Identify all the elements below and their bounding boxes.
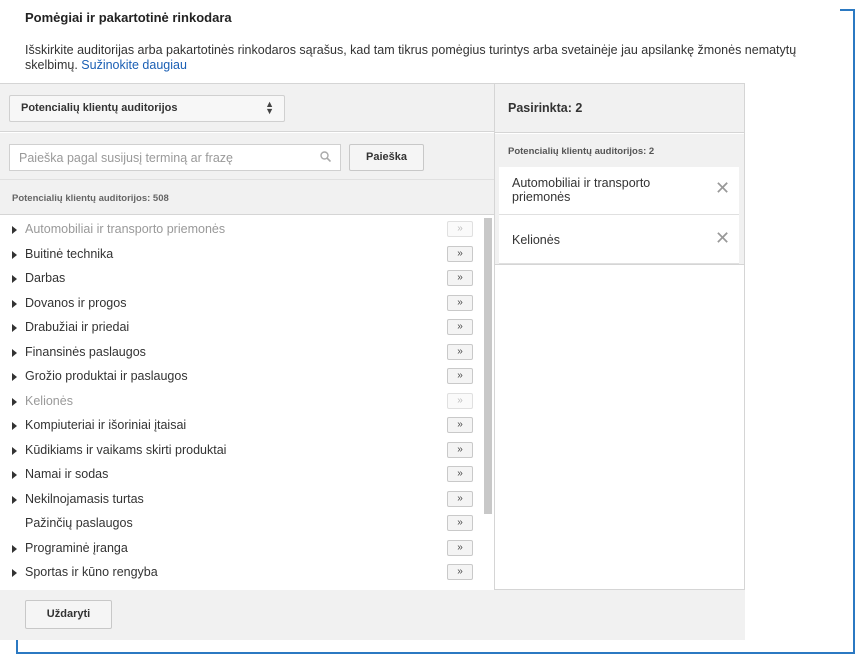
add-audience-button[interactable]: » [447, 466, 473, 482]
search-button[interactable]: Paieška [349, 144, 424, 171]
search-bar: Paieška [0, 133, 494, 180]
audience-item-label: Automobiliai ir transporto priemonės [25, 222, 226, 236]
expand-arrow-icon[interactable] [12, 250, 17, 259]
audience-type-value: Potencialių klientų auditorijos [21, 102, 178, 114]
add-audience-button[interactable]: » [447, 368, 473, 384]
expand-arrow-icon[interactable] [12, 275, 17, 283]
expand-arrow-icon[interactable] [12, 299, 17, 308]
search-icon[interactable] [320, 151, 331, 162]
audience-list-item[interactable]: Programinė įranga » [0, 537, 480, 561]
audience-list-item[interactable]: Sportas ir kūno rengyba » [0, 561, 480, 585]
expand-arrow-icon[interactable] [12, 397, 17, 406]
add-audience-button[interactable]: » [447, 270, 473, 286]
selected-pane: Pasirinkta: 2 Potencialių klientų audito… [494, 83, 745, 590]
expand-arrow-icon[interactable] [12, 373, 17, 381]
add-audience-button[interactable]: » [447, 319, 473, 335]
add-audience-button[interactable]: » [447, 294, 473, 311]
selected-count-title: Pasirinkta: 2 [508, 101, 583, 115]
dialog-title: Pomėgiai ir pakartotinė rinkodara [25, 10, 232, 25]
expand-arrow-icon[interactable] [12, 446, 17, 455]
expand-arrow-icon[interactable] [12, 495, 17, 504]
audience-item-label: Dovanos ir progos [25, 295, 127, 310]
selected-audience-item: Automobiliai ir transporto priemonės ✕ [499, 167, 739, 215]
expand-arrow-icon[interactable] [12, 422, 17, 430]
audience-list-item[interactable]: Darbas » [0, 267, 480, 291]
audience-list-item[interactable]: Namai ir sodas » [0, 463, 480, 487]
audience-type-select[interactable]: Potencialių klientų auditorijos ▲ ▼ [9, 95, 285, 122]
frame-left-line [16, 638, 18, 654]
expand-arrow-icon[interactable] [12, 226, 17, 234]
remove-icon[interactable]: ✕ [715, 228, 730, 249]
audience-list-item[interactable]: Kūdikiams ir vaikams skirti produktai » [0, 439, 480, 463]
audience-item-label: Finansinės paslaugos [25, 344, 146, 359]
audience-item-label: Nekilnojamasis turtas [25, 491, 144, 506]
add-audience-button[interactable]: » [447, 245, 473, 262]
expand-arrow-icon[interactable] [12, 569, 17, 577]
selected-audience-item: Kelionės ✕ [499, 215, 739, 264]
select-arrows-icon: ▲ ▼ [265, 99, 274, 116]
selected-group: Potencialių klientų auditorijos: 2 Autom… [495, 134, 744, 265]
dialog-right-margin [745, 83, 840, 640]
audience-list-item[interactable]: Kelionės » [0, 390, 480, 414]
frame-bottom-line [16, 652, 855, 654]
selected-group-header: Potencialių klientų auditorijos: 2 [508, 146, 655, 157]
audience-list-item[interactable]: Kompiuteriai ir išoriniai įtaisai » [0, 414, 480, 438]
add-audience-button: » [447, 392, 473, 409]
expand-arrow-icon[interactable] [12, 544, 17, 553]
list-scrollbar-thumb[interactable] [484, 218, 492, 514]
audience-item-label: Buitinė technika [25, 246, 114, 261]
audience-item-label: Namai ir sodas [25, 467, 109, 481]
add-audience-button[interactable]: » [447, 539, 473, 556]
add-audience-button[interactable]: » [447, 490, 473, 507]
audience-item-label: Grožio produktai ir paslaugos [25, 369, 188, 383]
audience-type-bar: Potencialių klientų auditorijos ▲ ▼ [0, 84, 494, 132]
audience-item-label: Sportas ir kūno rengyba [25, 565, 158, 579]
audience-item-label: Pažinčių paslaugos [25, 516, 133, 530]
selected-audience-label: Automobiliai ir transporto priemonės [512, 176, 651, 204]
audience-count-label: Potencialių klientų auditorijos: 508 [12, 193, 169, 204]
audience-item-label: Programinė įranga [25, 540, 128, 555]
add-audience-button[interactable]: » [447, 515, 473, 531]
selected-audience-label: Kelionės [512, 233, 560, 247]
audience-item-label: Kompiuteriai ir išoriniai įtaisai [25, 418, 187, 432]
audience-list-item[interactable]: Dovanos ir progos » [0, 292, 480, 316]
dialog-footer: Uždaryti [0, 590, 745, 640]
add-audience-button[interactable]: » [447, 343, 473, 360]
audience-list-item[interactable]: Nekilnojamasis turtas » [0, 488, 480, 512]
add-audience-button[interactable]: » [447, 417, 473, 433]
audience-list: Automobiliai ir transporto priemonės» Bui… [0, 216, 494, 590]
add-audience-button[interactable]: » [447, 564, 473, 580]
add-audience-button: » [447, 221, 473, 237]
audience-list-item[interactable]: Drabužiai ir priedai » [0, 316, 480, 340]
close-button[interactable]: Uždaryti [25, 600, 112, 629]
frame-right-line [853, 9, 855, 654]
search-input[interactable] [10, 145, 310, 170]
remove-icon[interactable]: ✕ [715, 178, 730, 199]
dialog-description: Išskirkite auditorijas arba pakartotinės… [25, 43, 815, 73]
audience-list-item[interactable]: Buitinė technika » [0, 243, 480, 267]
audience-item-label: Drabužiai ir priedai [25, 320, 130, 334]
audience-item-label: Kūdikiams ir vaikams skirti produktai [25, 442, 227, 457]
audience-list-item[interactable]: Automobiliai ir transporto priemonės » [0, 218, 480, 242]
search-field [9, 144, 341, 171]
audience-list-item[interactable]: Finansinės paslaugos » [0, 341, 480, 365]
audience-list-item[interactable]: Grožio produktai ir paslaugos » [0, 365, 480, 389]
selected-header: Pasirinkta: 2 [495, 84, 744, 133]
expand-arrow-icon[interactable] [12, 471, 17, 479]
add-audience-button[interactable]: » [447, 441, 473, 458]
audience-dialog: Pomėgiai ir pakartotinė rinkodara Išskir… [0, 0, 840, 640]
audience-item-label: Kelionės [25, 393, 73, 408]
audience-item-label: Darbas [25, 271, 66, 285]
audience-browser-pane: Potencialių klientų auditorijos ▲ ▼ Paieš… [0, 83, 494, 590]
audience-list-item[interactable]: Pažinčių paslaugos » [0, 512, 480, 536]
learn-more-link[interactable]: Sužinokite daugiau [81, 58, 187, 72]
expand-arrow-icon[interactable] [12, 348, 17, 357]
expand-arrow-icon[interactable] [12, 324, 17, 332]
